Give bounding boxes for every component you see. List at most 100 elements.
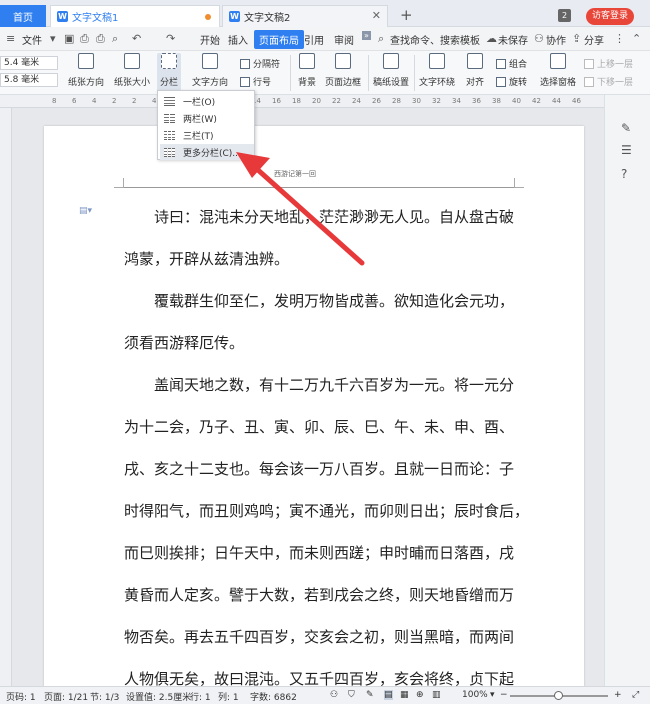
margin-top-input[interactable]: 5.4 毫米 bbox=[0, 56, 58, 70]
more-icon[interactable]: ⋮ bbox=[614, 32, 625, 45]
print-preview-icon[interactable]: ⌕ bbox=[112, 32, 118, 46]
edit-icon[interactable]: ✎ bbox=[621, 121, 631, 135]
margin-bottom-input[interactable]: 5.8 毫米 bbox=[0, 73, 58, 87]
menu-review[interactable]: 审阅 bbox=[334, 32, 354, 47]
save-icon[interactable]: ▣ bbox=[64, 32, 74, 45]
word-count[interactable]: 字数: 6862 bbox=[250, 690, 297, 703]
page-code[interactable]: 页码: 1 bbox=[6, 690, 36, 703]
vertical-ruler[interactable] bbox=[0, 108, 12, 686]
share-button[interactable]: 分享 bbox=[584, 32, 604, 47]
page-border-button[interactable]: 页面边框 bbox=[325, 53, 361, 88]
menu-references[interactable]: 引用 bbox=[304, 32, 324, 47]
unsaved-status[interactable]: 未保存 bbox=[498, 32, 528, 47]
paragraph-layout-icon[interactable]: ▤▾ bbox=[79, 206, 92, 216]
text-line: 黄昏而人定亥。譬于大数，若到戌会之终，则天地昏缯而万 bbox=[124, 586, 515, 604]
header-line bbox=[124, 187, 514, 188]
ruler-tick-label: 8 bbox=[52, 97, 57, 105]
pen-icon[interactable]: ✎ bbox=[366, 690, 374, 700]
protect-icon[interactable]: ⛉ bbox=[348, 690, 355, 700]
collab-button[interactable]: 协作 bbox=[546, 32, 566, 47]
page-header-text[interactable]: 西游记第一回 bbox=[274, 169, 316, 179]
add-tab-icon[interactable]: + bbox=[400, 6, 413, 24]
command-search[interactable]: 查找命令、搜索模板 bbox=[390, 32, 480, 47]
ruler-tick-label: 20 bbox=[312, 97, 321, 105]
redo-icon[interactable]: ↷ bbox=[166, 32, 175, 45]
help-icon[interactable]: ? bbox=[621, 167, 627, 181]
close-tab-icon[interactable]: ✕ bbox=[372, 9, 381, 22]
web-view-icon[interactable]: ⊕ bbox=[416, 690, 424, 700]
tab-doc2[interactable]: W 文字文稿2 ✕ bbox=[222, 5, 388, 27]
collab-status-icon[interactable]: ⚇ bbox=[330, 690, 338, 700]
three-columns-option[interactable]: 三栏(T) bbox=[160, 127, 254, 143]
columns-button[interactable]: 分栏 bbox=[157, 53, 182, 93]
background-button[interactable]: 背景 bbox=[298, 53, 316, 88]
orientation-label: 纸张方向 bbox=[68, 78, 105, 88]
home-tab[interactable]: 首页 bbox=[0, 5, 46, 27]
export-pdf-icon[interactable]: ⎙ bbox=[80, 32, 89, 46]
more-tabs-icon[interactable]: » bbox=[362, 31, 371, 40]
paragraph-1[interactable]: 诗曰：混沌未分天地乱，茫茫渺渺无人见。自从盘古破 鸿蒙，开辟从兹清浊辨。 bbox=[124, 196, 515, 280]
two-columns-option[interactable]: 两栏(W) bbox=[160, 110, 254, 126]
menu-page-layout[interactable]: 页面布局 bbox=[254, 30, 304, 49]
text-direction-button[interactable]: 文字方向 bbox=[192, 53, 228, 88]
settings-icon[interactable]: ☰ bbox=[621, 143, 632, 157]
orientation-button[interactable]: 纸张方向 bbox=[68, 53, 104, 88]
rotate-icon bbox=[496, 76, 506, 87]
rotate-button[interactable]: 旋转 bbox=[496, 75, 527, 88]
print-icon[interactable]: ⎙ bbox=[96, 32, 105, 46]
align-icon bbox=[467, 53, 483, 69]
search-icon[interactable]: ⌕ bbox=[378, 32, 384, 46]
align-button[interactable]: 对齐 bbox=[466, 53, 484, 88]
draft-settings-button[interactable]: 稿纸设置 bbox=[373, 53, 409, 88]
text-line: 诗曰：混沌未分天地乱，茫茫渺渺无人见。自从盘古破 bbox=[154, 208, 515, 226]
document-page[interactable]: 西游记第一回 ▤▾ 诗曰：混沌未分天地乱，茫茫渺渺无人见。自从盘古破 鸿蒙，开辟… bbox=[44, 126, 584, 686]
hamburger-icon[interactable]: ≡ bbox=[6, 32, 15, 45]
text-direction-label: 文字方向 bbox=[192, 78, 229, 88]
undo-icon[interactable]: ↶ bbox=[132, 32, 141, 45]
zoom-level[interactable]: 100% bbox=[462, 690, 488, 700]
ruler-tick-label: 18 bbox=[292, 97, 301, 105]
group-button[interactable]: 组合 bbox=[496, 57, 527, 70]
outline-view-icon[interactable]: ▦ bbox=[400, 690, 409, 700]
bring-forward-button[interactable]: 上移一层 bbox=[584, 57, 633, 70]
section-indicator[interactable]: 节: 1/3 bbox=[90, 690, 119, 703]
zoom-in-icon[interactable]: + bbox=[614, 690, 622, 700]
selection-pane-button[interactable]: 选择窗格 bbox=[540, 53, 576, 88]
text-line: 物否矣。再去五千四百岁，交亥会之初，则当黑暗，而两间 bbox=[124, 628, 515, 646]
window-count-badge[interactable]: 2 bbox=[558, 9, 571, 22]
paragraph-2[interactable]: 覆载群生仰至仁，发明万物皆成善。欲知造化会元功， 须看西游释厄传。 bbox=[124, 280, 514, 364]
paragraph-3[interactable]: 盖闻天地之数，有十二万九千六百岁为一元。将一元分 为十二会，乃子、丑、寅、卯、辰… bbox=[124, 364, 530, 686]
line-numbers-button[interactable]: 行号 bbox=[240, 75, 271, 88]
chevron-down-icon[interactable]: ▾ bbox=[50, 32, 56, 45]
more-columns-option[interactable]: 更多分栏(C)... bbox=[160, 144, 254, 160]
fit-window-icon[interactable]: ⤢ bbox=[632, 690, 639, 700]
ruler-tick-label: 46 bbox=[572, 97, 581, 105]
collapse-ribbon-icon[interactable]: ⌃ bbox=[632, 32, 641, 45]
one-column-label: 一栏(O) bbox=[183, 97, 216, 108]
ruler-tick-label: 40 bbox=[512, 97, 521, 105]
ruler-tick-label: 2 bbox=[132, 97, 137, 105]
zoom-dropdown-icon[interactable]: ▾ bbox=[490, 690, 495, 700]
one-column-option[interactable]: 一栏(O) bbox=[160, 93, 254, 109]
tab-doc1[interactable]: W 文字文稿1 bbox=[50, 5, 220, 27]
margin-corner bbox=[514, 178, 524, 188]
menu-file[interactable]: 文件 bbox=[22, 32, 42, 47]
menu-insert[interactable]: 插入 bbox=[228, 32, 248, 47]
page-count[interactable]: 页面: 1/21 bbox=[44, 690, 88, 703]
setting-value[interactable]: 设置值: 2.5厘米 bbox=[126, 690, 191, 703]
breaks-button[interactable]: 分隔符 bbox=[240, 57, 280, 70]
horizontal-ruler[interactable]: 8642246810121416182022242628303234363840… bbox=[0, 95, 605, 108]
reading-view-icon[interactable]: ▥ bbox=[432, 690, 441, 700]
line-numbers-icon bbox=[240, 76, 250, 87]
ruler-tick-label: 4 bbox=[152, 97, 157, 105]
text-line: 盖闻天地之数，有十二万九千六百岁为一元。将一元分 bbox=[154, 376, 515, 394]
zoom-slider-handle[interactable] bbox=[554, 691, 563, 700]
send-backward-button[interactable]: 下移一层 bbox=[584, 75, 633, 88]
paper-size-button[interactable]: 纸张大小 bbox=[114, 53, 150, 88]
menu-start[interactable]: 开始 bbox=[200, 32, 220, 47]
zoom-out-icon[interactable]: − bbox=[500, 690, 508, 700]
text-wrap-button[interactable]: 文字环绕 bbox=[419, 53, 455, 88]
page-view-icon[interactable]: ▤ bbox=[384, 690, 393, 700]
text-line: 时得阳气，而丑则鸡鸣；寅不通光，而卯则日出；辰时食后， bbox=[124, 502, 530, 520]
guest-login-button[interactable]: 访客登录 bbox=[586, 8, 634, 25]
